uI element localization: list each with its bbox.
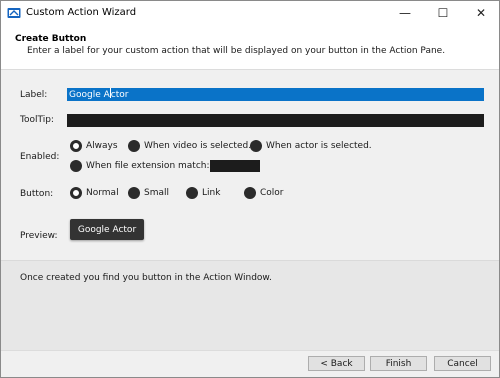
radio-icon [128, 140, 140, 152]
label-caption: Label: [20, 90, 48, 100]
button-option-small[interactable]: Small [128, 187, 169, 199]
tooltip-caption: ToolTip: [20, 115, 54, 125]
close-button[interactable]: ✕ [465, 0, 497, 26]
label-input[interactable]: Google Actor [67, 88, 484, 101]
option-label: Always [86, 141, 118, 151]
enabled-option-always[interactable]: Always [70, 140, 118, 152]
radio-selected-icon [70, 140, 82, 152]
label-input-text-start: Google A [69, 90, 110, 100]
label-input-text-end: ctor [110, 90, 129, 100]
page-title: Create Button [15, 34, 87, 44]
tooltip-input[interactable] [67, 114, 484, 127]
button-option-link[interactable]: Link [186, 187, 220, 199]
radio-icon [70, 160, 82, 172]
button-caption: Button: [20, 189, 54, 199]
app-window-icon [7, 7, 21, 19]
finish-button[interactable]: Finish [370, 356, 427, 371]
page-description: Enter a label for your custom action tha… [27, 46, 446, 56]
radio-selected-icon [70, 187, 82, 199]
enabled-caption: Enabled: [20, 152, 60, 162]
option-label: Color [260, 188, 284, 198]
minimize-button[interactable]: — [389, 0, 421, 26]
wizard-window: Custom Action Wizard — ☐ ✕ Create Button… [0, 0, 500, 378]
radio-icon [250, 140, 262, 152]
radio-icon [244, 187, 256, 199]
info-text: Once created you find you button in the … [20, 273, 272, 283]
button-option-normal[interactable]: Normal [70, 187, 119, 199]
wizard-header: Create Button Enter a label for your cus… [1, 26, 499, 70]
radio-icon [186, 187, 198, 199]
maximize-button[interactable]: ☐ [427, 0, 459, 26]
preview-caption: Preview: [20, 231, 58, 241]
title-bar: Custom Action Wizard — ☐ ✕ [0, 0, 500, 26]
option-label: When actor is selected. [266, 141, 372, 151]
back-button[interactable]: < Back [308, 356, 365, 371]
enabled-option-extension[interactable]: When file extension match: [70, 160, 260, 172]
info-panel: Once created you find you button in the … [1, 260, 499, 350]
option-label: When video is selected. [144, 141, 252, 151]
window-title: Custom Action Wizard [26, 7, 137, 18]
button-option-color[interactable]: Color [244, 187, 284, 199]
option-label: Link [202, 188, 221, 198]
radio-icon [128, 187, 140, 199]
option-label: Small [144, 188, 169, 198]
option-label: When file extension match: [86, 161, 210, 171]
extension-input[interactable] [209, 160, 260, 172]
preview-button[interactable]: Google Actor [70, 219, 144, 240]
option-label: Normal [86, 188, 119, 198]
enabled-option-video[interactable]: When video is selected. [128, 140, 251, 152]
cancel-button[interactable]: Cancel [434, 356, 491, 371]
enabled-option-actor[interactable]: When actor is selected. [250, 140, 372, 152]
